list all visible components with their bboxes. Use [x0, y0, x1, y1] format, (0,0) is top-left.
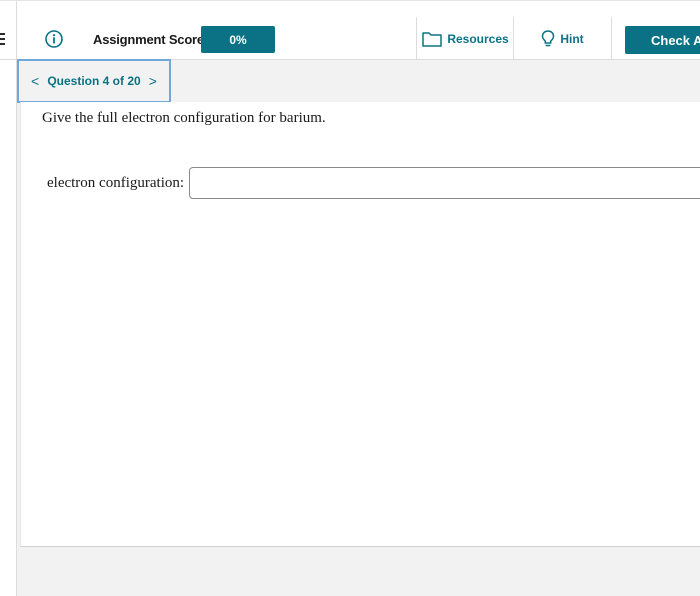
check-answer-button[interactable]: Check Answer: [625, 26, 700, 54]
top-toolbar: Assignment Score: 0% Resources Hint Chec…: [0, 0, 700, 60]
page: Assignment Score: 0% Resources Hint Chec…: [0, 0, 700, 596]
lightbulb-icon: [542, 29, 555, 46]
hint-button[interactable]: Hint: [513, 17, 612, 60]
resources-button[interactable]: Resources: [416, 17, 514, 60]
question-card: Give the full electron configuration for…: [20, 102, 700, 547]
assignment-score-badge: 0%: [201, 26, 275, 53]
resources-label: Resources: [447, 31, 509, 46]
question-counter: Question 4 of 20: [47, 74, 141, 88]
menu-toggle[interactable]: [0, 1, 17, 60]
info-circle-icon[interactable]: [45, 30, 63, 48]
menu-icon: [0, 33, 5, 48]
chevron-right-icon[interactable]: >: [149, 73, 157, 89]
electron-configuration-label: electron configuration:: [47, 175, 185, 191]
electron-configuration-input[interactable]: [189, 167, 700, 199]
question-navigator: < Question 4 of 20 >: [17, 59, 171, 103]
question-prompt: Give the full electron configuration for…: [42, 110, 326, 126]
left-rail: [0, 60, 17, 596]
hint-label: Hint: [560, 31, 584, 46]
folder-icon: [422, 31, 443, 47]
chevron-left-icon[interactable]: <: [31, 73, 39, 89]
assignment-score-label: Assignment Score:: [93, 32, 209, 47]
